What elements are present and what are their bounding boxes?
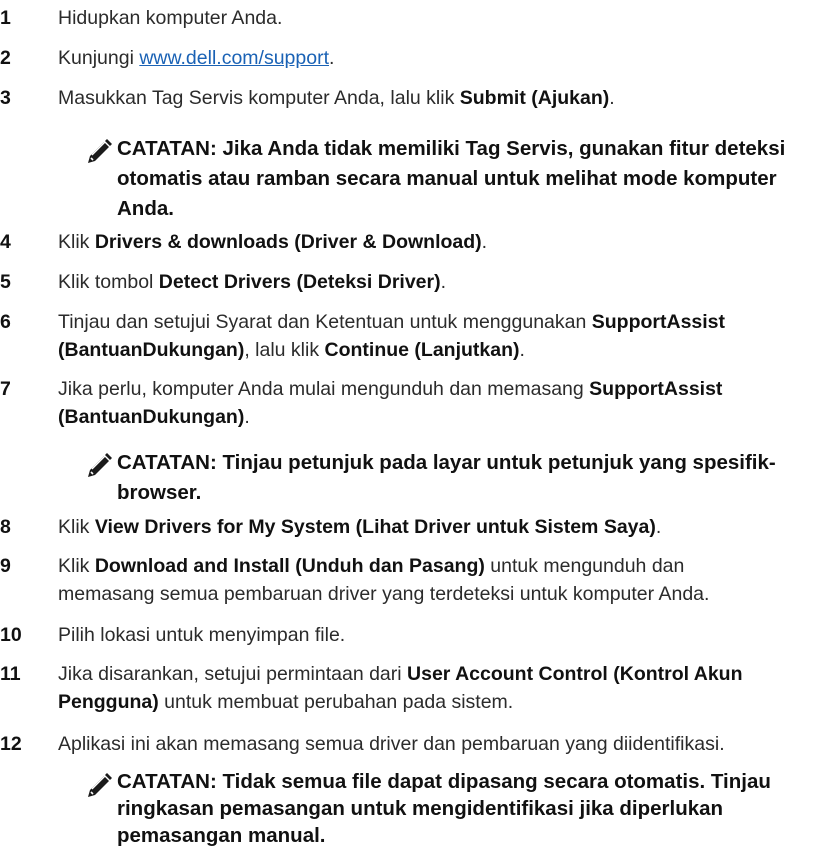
pencil-note-icon [88, 773, 112, 797]
step-number: 12 [0, 733, 22, 755]
step-number: 10 [0, 624, 22, 646]
step-text: Klik Download and Install (Unduh dan Pas… [58, 555, 710, 605]
step-number: 2 [0, 47, 11, 69]
step-text: Kunjungi www.dell.com/support. [58, 47, 335, 69]
pencil-note-icon [88, 453, 112, 477]
step-text: Hidupkan komputer Anda. [58, 7, 283, 29]
step-text: Klik Drivers & downloads (Driver & Downl… [58, 231, 488, 253]
support-link[interactable]: www.dell.com/support [139, 47, 329, 69]
step-text: Jika disarankan, setujui permintaan dari… [58, 663, 743, 713]
note-text: CATATAN: Jika Anda tidak memiliki Tag Se… [117, 137, 786, 220]
step-text: Jika perlu, komputer Anda mulai mengundu… [58, 378, 723, 428]
step-number: 8 [0, 516, 11, 538]
step-number: 11 [0, 663, 21, 685]
instruction-page: 1 Hidupkan komputer Anda. 2 Kunjungi www… [0, 0, 831, 854]
step-text: Aplikasi ini akan memasang semua driver … [58, 733, 725, 755]
step-text: Tinjau dan setujui Syarat dan Ketentuan … [58, 311, 726, 361]
note-text: CATATAN: Tinjau petunjuk pada layar untu… [117, 451, 776, 504]
step-number: 5 [0, 271, 11, 293]
pencil-note-icon [88, 139, 112, 163]
step-number: 1 [0, 7, 11, 29]
step-number: 3 [0, 87, 11, 109]
step-text: Klik tombol Detect Drivers (Deteksi Driv… [58, 271, 447, 293]
step-text: Masukkan Tag Servis komputer Anda, lalu … [58, 87, 615, 109]
step-text: Klik View Drivers for My System (Lihat D… [58, 516, 662, 538]
step-number: 4 [0, 231, 11, 253]
step-text: Pilih lokasi untuk menyimpan file. [58, 624, 346, 646]
note-text: CATATAN: Tidak semua file dapat dipasang… [117, 770, 771, 847]
step-number: 7 [0, 378, 11, 400]
step-number: 6 [0, 311, 11, 333]
step-number: 9 [0, 555, 11, 577]
